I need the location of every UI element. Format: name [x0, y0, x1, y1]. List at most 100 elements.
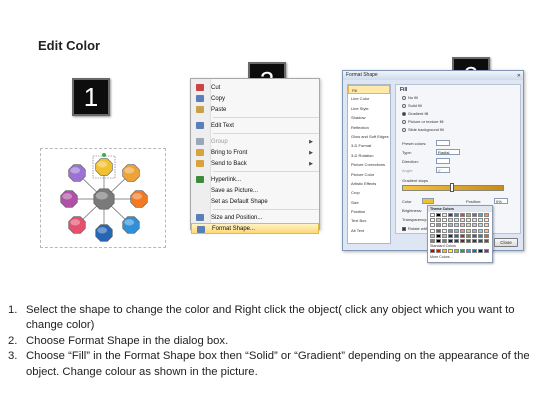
color-swatch[interactable]: [442, 233, 447, 238]
color-swatch[interactable]: [466, 218, 471, 223]
color-swatch[interactable]: [430, 238, 435, 243]
color-swatch[interactable]: [460, 238, 465, 243]
category-fill[interactable]: Fill: [348, 85, 390, 95]
color-swatch[interactable]: [454, 218, 459, 223]
color-swatch[interactable]: [466, 233, 471, 238]
color-swatch[interactable]: [454, 223, 459, 228]
color-swatch[interactable]: [484, 233, 489, 238]
color-swatch[interactable]: [430, 249, 435, 254]
color-swatch[interactable]: [478, 228, 483, 233]
color-swatch[interactable]: [472, 228, 477, 233]
color-swatch[interactable]: [472, 218, 477, 223]
color-swatch[interactable]: [454, 213, 459, 217]
type-dropdown[interactable]: Radial: [436, 149, 460, 155]
color-swatch[interactable]: [460, 223, 465, 228]
color-swatch[interactable]: [448, 218, 453, 223]
category-picture-corrections[interactable]: Picture Corrections: [348, 160, 390, 169]
fill-option-gradient-fill[interactable]: Gradient fill: [402, 111, 428, 116]
category-shadow[interactable]: Shadow: [348, 113, 390, 122]
color-swatch[interactable]: [478, 218, 483, 223]
menu-item-set-as-default-shape[interactable]: Set as Default Shape: [191, 196, 319, 207]
color-swatch[interactable]: [430, 218, 435, 223]
menu-item-size-and-position[interactable]: Size and Position...: [191, 212, 319, 223]
color-swatch[interactable]: [448, 213, 453, 217]
category-line-style[interactable]: Line Style: [348, 104, 390, 113]
color-swatch[interactable]: [466, 249, 471, 254]
color-swatch[interactable]: [442, 228, 447, 233]
color-swatch[interactable]: [478, 233, 483, 238]
fill-option-no-fill[interactable]: No fill: [402, 95, 418, 100]
color-swatch[interactable]: [484, 213, 489, 217]
color-swatch[interactable]: [472, 249, 477, 254]
color-swatch[interactable]: [442, 218, 447, 223]
rotate-handle[interactable]: [102, 153, 106, 157]
color-swatch[interactable]: [484, 218, 489, 223]
menu-item-paste[interactable]: Paste: [191, 104, 319, 115]
color-swatch[interactable]: [460, 233, 465, 238]
color-swatch[interactable]: [436, 233, 441, 238]
color-swatch[interactable]: [466, 213, 471, 217]
color-swatch[interactable]: [484, 228, 489, 233]
color-swatch[interactable]: [436, 223, 441, 228]
direction-dropdown[interactable]: [436, 158, 450, 164]
color-swatch[interactable]: [472, 223, 477, 228]
menu-item-format-shape[interactable]: Format Shape...: [191, 223, 319, 234]
color-swatch[interactable]: [436, 249, 441, 254]
color-swatch[interactable]: [430, 213, 435, 217]
color-swatch[interactable]: [466, 223, 471, 228]
color-swatch[interactable]: [472, 233, 477, 238]
color-swatch[interactable]: [454, 228, 459, 233]
color-swatch[interactable]: [460, 249, 465, 254]
more-colors-item[interactable]: More Colors...: [428, 254, 492, 260]
fill-option-slide-background-fill[interactable]: Slide background fill: [402, 127, 444, 132]
color-swatch[interactable]: [442, 238, 447, 243]
color-swatch[interactable]: [448, 233, 453, 238]
color-swatch[interactable]: [442, 223, 447, 228]
category-size[interactable]: Size: [348, 198, 390, 207]
fill-option-picture-or-texture-fill[interactable]: Picture or texture fill: [402, 119, 443, 124]
menu-item-bring-to-front[interactable]: Bring to Front ▶: [191, 147, 319, 158]
category-position[interactable]: Position: [348, 207, 390, 216]
color-swatch[interactable]: [460, 218, 465, 223]
color-swatch[interactable]: [472, 213, 477, 217]
menu-item-edit-text[interactable]: Edit Text: [191, 120, 319, 131]
menu-item-cut[interactable]: Cut: [191, 82, 319, 93]
category-artistic-effects[interactable]: Artistic Effects: [348, 179, 390, 188]
color-swatch[interactable]: [436, 213, 441, 217]
category-glow-and-soft-edges[interactable]: Glow and Soft Edges: [348, 132, 390, 141]
preset-colors-dropdown[interactable]: [436, 140, 450, 146]
gradient-stop-handle[interactable]: [450, 183, 454, 192]
color-swatch[interactable]: [430, 228, 435, 233]
color-swatch[interactable]: [448, 228, 453, 233]
color-swatch[interactable]: [448, 238, 453, 243]
menu-item-save-as-picture[interactable]: Save as Picture...: [191, 185, 319, 196]
menu-item-copy[interactable]: Copy: [191, 93, 319, 104]
category-alt-text[interactable]: Alt Text: [348, 226, 390, 235]
menu-item-send-to-back[interactable]: Send to Back ▶: [191, 158, 319, 169]
color-swatch[interactable]: [478, 249, 483, 254]
menu-item-group[interactable]: Group ▶: [191, 136, 319, 147]
color-swatch[interactable]: [442, 249, 447, 254]
color-swatch[interactable]: [430, 233, 435, 238]
color-swatch[interactable]: [436, 228, 441, 233]
fill-option-solid-fill[interactable]: Solid fill: [402, 103, 422, 108]
color-swatch[interactable]: [478, 213, 483, 217]
color-swatch[interactable]: [484, 238, 489, 243]
category-line-color[interactable]: Line Color: [348, 94, 390, 103]
category-crop[interactable]: Crop: [348, 188, 390, 197]
color-picker-button[interactable]: [422, 198, 434, 204]
color-swatch[interactable]: [472, 238, 477, 243]
color-swatch[interactable]: [466, 228, 471, 233]
angle-field[interactable]: 0°: [436, 167, 450, 173]
color-swatch[interactable]: [478, 238, 483, 243]
color-swatch[interactable]: [454, 238, 459, 243]
color-swatch[interactable]: [484, 249, 489, 254]
selected-shape-group[interactable]: [40, 148, 166, 248]
color-swatch[interactable]: [460, 213, 465, 217]
octagon-cluster[interactable]: [41, 149, 167, 249]
menu-item-hyperlink[interactable]: Hyperlink...: [191, 174, 319, 185]
color-swatch[interactable]: [436, 238, 441, 243]
category-3-d-rotation[interactable]: 3-D Rotation: [348, 151, 390, 160]
color-swatch[interactable]: [448, 223, 453, 228]
color-swatch[interactable]: [442, 213, 447, 217]
